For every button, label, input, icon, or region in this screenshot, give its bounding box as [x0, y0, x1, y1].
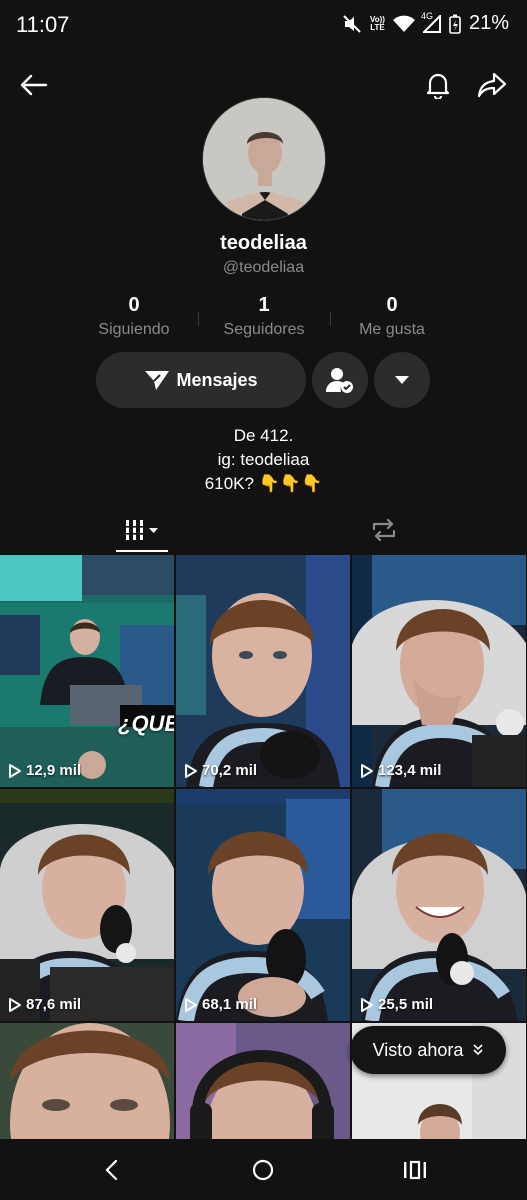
- view-count: 25,5 mil: [360, 996, 433, 1013]
- message-button[interactable]: Mensajes: [96, 352, 306, 408]
- volte-bottom-text: LTE: [370, 22, 385, 32]
- view-count: 87,6 mil: [8, 996, 81, 1013]
- recently-viewed-label: Visto ahora: [372, 1039, 464, 1060]
- system-nav-bar: [0, 1139, 527, 1200]
- play-icon: [361, 997, 373, 1012]
- message-button-label: Mensajes: [176, 369, 258, 390]
- chevron-left-icon: [105, 1159, 118, 1181]
- send-icon: [145, 371, 170, 390]
- video-thumbnail[interactable]: 25,5 mil: [352, 789, 526, 1021]
- video-thumbnail[interactable]: [0, 1023, 174, 1139]
- username: @teodeliaa: [222, 259, 305, 276]
- battery-icon: [449, 14, 461, 34]
- tab-reposts[interactable]: [358, 508, 410, 552]
- bell-icon: [426, 73, 450, 99]
- battery-percent: 21%: [468, 12, 509, 34]
- video-thumbnail[interactable]: ¿QUE 12,9 mil: [0, 555, 174, 787]
- follow-status-button[interactable]: [312, 352, 368, 408]
- status-time: 11:07: [16, 12, 70, 37]
- back-arrow-icon: [20, 74, 48, 96]
- grid-icon: [124, 520, 158, 540]
- stat-value: 1: [258, 294, 270, 316]
- stat-value: 0: [386, 294, 398, 316]
- stat-label: Seguidores: [223, 321, 305, 338]
- stat-label: Me gusta: [359, 321, 425, 338]
- stat-likes[interactable]: 0 Me gusta: [322, 294, 462, 339]
- view-count: 12,9 mil: [8, 762, 81, 779]
- double-chevron-down-icon: [473, 1044, 483, 1056]
- wifi-icon: [392, 15, 415, 33]
- back-button[interactable]: [16, 68, 50, 102]
- share-icon: [477, 72, 507, 98]
- view-count: 68,1 mil: [184, 996, 257, 1013]
- play-icon: [9, 997, 21, 1012]
- view-count-text: 70,2 mil: [202, 762, 258, 779]
- video-overlay-text: ¿QUE: [118, 711, 174, 736]
- status-icons: Vo)) LTE 4G 21%: [342, 11, 509, 35]
- suggestions-button[interactable]: [374, 352, 430, 408]
- video-thumbnail[interactable]: 68,1 mil: [176, 789, 350, 1021]
- stat-label: Siguiendo: [98, 321, 170, 338]
- view-count-text: 123,4 mil: [378, 762, 442, 779]
- play-icon: [185, 763, 197, 778]
- tab-active-indicator: [116, 550, 168, 552]
- view-count-text: 87,6 mil: [26, 996, 82, 1013]
- nav-back-button[interactable]: [96, 1155, 126, 1185]
- home-circle-icon: [252, 1159, 274, 1181]
- display-name: teodeliaa: [220, 232, 307, 254]
- nav-recents-button[interactable]: [400, 1155, 430, 1185]
- video-thumbnail[interactable]: [176, 1023, 350, 1139]
- mute-icon: [342, 14, 362, 34]
- play-icon: [9, 763, 21, 778]
- stat-followers[interactable]: 1 Seguidores: [194, 294, 334, 339]
- content-tabs: [0, 508, 527, 552]
- tab-videos[interactable]: [116, 508, 168, 552]
- user-check-icon: [326, 368, 353, 393]
- repost-icon: [372, 518, 396, 542]
- view-count-text: 25,5 mil: [378, 996, 434, 1013]
- profile-stats: 0 Siguiendo 1 Seguidores 0 Me gusta: [0, 294, 527, 344]
- view-count: 70,2 mil: [184, 762, 257, 779]
- volte-icon: Vo)) LTE: [370, 15, 385, 32]
- bio-line: 610K? 👇👇👇: [204, 474, 323, 493]
- view-count-text: 12,9 mil: [26, 762, 82, 779]
- video-thumbnail[interactable]: 87,6 mil: [0, 789, 174, 1021]
- recents-icon: [404, 1160, 426, 1180]
- recently-viewed-button[interactable]: Visto ahora: [350, 1026, 506, 1074]
- bio-line: De 412.: [233, 426, 294, 445]
- video-thumbnail[interactable]: 70,2 mil: [176, 555, 350, 787]
- cell-signal-icon: 4G: [421, 11, 441, 33]
- notifications-button[interactable]: [421, 68, 455, 102]
- nav-home-button[interactable]: [248, 1155, 278, 1185]
- view-count-text: 68,1 mil: [202, 996, 258, 1013]
- share-button[interactable]: [475, 68, 509, 102]
- network-type: 4G: [420, 10, 433, 21]
- stat-following[interactable]: 0 Siguiendo: [64, 294, 204, 339]
- bio-line: ig: teodeliaa: [217, 450, 310, 469]
- video-thumbnail[interactable]: 123,4 mil: [352, 555, 526, 787]
- chevron-down-icon: [395, 376, 409, 384]
- bio: De 412. ig: teodeliaa 610K? 👇👇👇: [0, 424, 527, 496]
- stat-value: 0: [128, 294, 140, 316]
- view-count: 123,4 mil: [360, 762, 441, 779]
- play-icon: [361, 763, 373, 778]
- play-icon: [185, 997, 197, 1012]
- status-bar: 11:07 Vo)) LTE 4G 21%: [0, 0, 527, 50]
- avatar[interactable]: [202, 97, 326, 221]
